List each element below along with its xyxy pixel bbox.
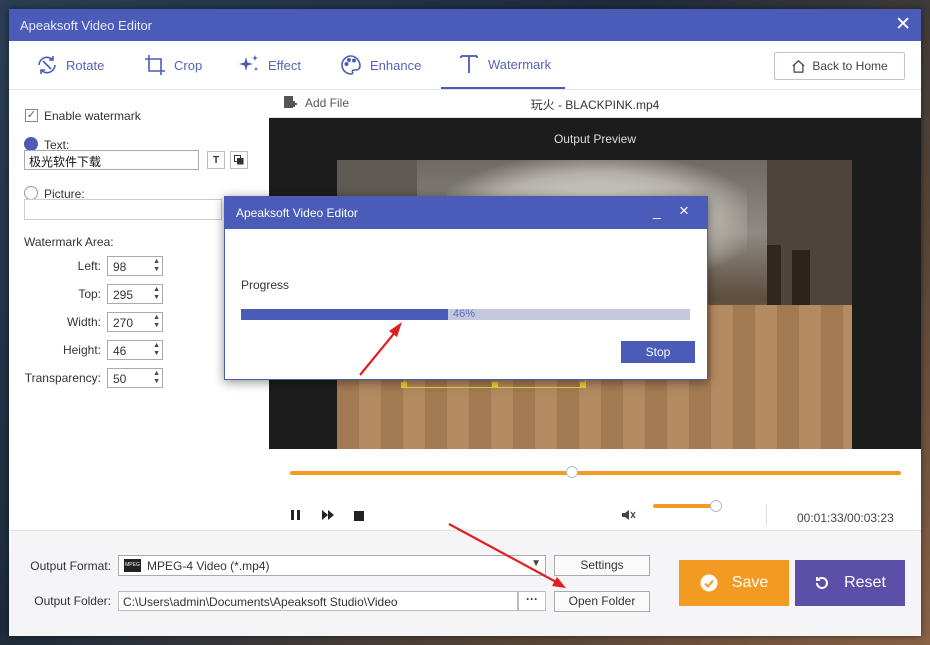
- close-icon[interactable]: ✕: [895, 13, 911, 36]
- width-spinner[interactable]: 270 ▲ ▼: [107, 312, 163, 332]
- output-format-value: MPEG-4 Video (*.mp4): [147, 559, 270, 573]
- output-folder-input[interactable]: C:\Users\admin\Documents\Apeaksoft Studi…: [118, 591, 518, 611]
- output-format-select[interactable]: MPEG MPEG-4 Video (*.mp4) ▼: [118, 555, 546, 576]
- color-button[interactable]: [230, 151, 248, 169]
- resize-handle[interactable]: [492, 382, 498, 388]
- home-icon: [792, 59, 805, 73]
- progress-dialog: Apeaksoft Video Editor _ × Progress 46% …: [224, 196, 708, 380]
- enable-watermark-checkbox[interactable]: ✓: [25, 109, 38, 122]
- file-name: 玩火 - BLACKPINK.mp4: [530, 98, 660, 112]
- picture-path-input[interactable]: [24, 199, 222, 220]
- watermark-area-label: Watermark Area:: [24, 235, 114, 249]
- transparency-label: Transparency:: [24, 371, 101, 385]
- tab-effect[interactable]: Effect: [237, 41, 301, 89]
- watermark-text-input[interactable]: 极光软件下载: [24, 150, 199, 170]
- spinner-arrows-icon[interactable]: ▲ ▼: [153, 370, 160, 386]
- speaker: [767, 245, 781, 305]
- output-bar: Output Format: MPEG MPEG-4 Video (*.mp4)…: [9, 530, 921, 636]
- watermark-icon: [460, 55, 478, 73]
- tab-crop-label: Crop: [174, 57, 203, 73]
- copy-icon: [234, 155, 244, 165]
- open-folder-button[interactable]: Open Folder: [554, 591, 650, 612]
- save-label: Save: [731, 574, 769, 591]
- width-label: Width:: [66, 315, 101, 329]
- width-value: 270: [113, 316, 134, 330]
- transparency-spinner[interactable]: 50 ▲ ▼: [107, 368, 163, 388]
- left-value: 98: [113, 260, 127, 274]
- output-folder-label: Output Folder:: [34, 594, 111, 608]
- title-bar: Apeaksoft Video Editor ✕: [9, 9, 921, 41]
- progress-label: Progress: [241, 278, 290, 292]
- resize-handle[interactable]: [580, 382, 586, 388]
- divider: [766, 504, 767, 526]
- mpeg-icon: MPEG: [124, 559, 141, 572]
- settings-button[interactable]: Settings: [554, 555, 650, 576]
- browse-button[interactable]: ···: [518, 591, 546, 611]
- playback-controls: 00:01:33/00:03:23: [269, 449, 921, 530]
- seek-bar[interactable]: [290, 471, 901, 475]
- top-label: Top:: [78, 287, 101, 301]
- output-preview-label: Output Preview: [553, 132, 637, 146]
- stop-button[interactable]: Stop: [621, 341, 695, 363]
- height-spinner[interactable]: 46 ▲ ▼: [107, 340, 163, 360]
- chevron-down-icon[interactable]: ▼: [531, 558, 541, 569]
- picture-radio[interactable]: [24, 186, 38, 200]
- time-display: 00:01:33/00:03:23: [797, 511, 894, 525]
- volume-icon[interactable]: [621, 509, 637, 524]
- back-to-home-label: Back to Home: [812, 59, 888, 73]
- spinner-arrows-icon[interactable]: ▲ ▼: [153, 314, 160, 330]
- spinner-arrows-icon[interactable]: ▲ ▼: [153, 258, 160, 274]
- progress-fill: [241, 309, 448, 320]
- fast-forward-icon[interactable]: [321, 509, 335, 524]
- toolbar: Rotate Crop Effect Enhance Watermark Bac…: [9, 41, 921, 90]
- window-title: Apeaksoft Video Editor: [20, 18, 153, 33]
- dialog-close-icon[interactable]: ×: [679, 201, 689, 221]
- font-button[interactable]: T: [207, 151, 225, 169]
- tab-effect-label: Effect: [268, 57, 302, 73]
- enhance-icon: [341, 55, 361, 75]
- speaker: [792, 250, 810, 310]
- file-bar: Add File 玩火 - BLACKPINK.mp4: [269, 90, 921, 118]
- height-value: 46: [113, 344, 127, 358]
- crop-icon: [145, 55, 165, 75]
- check-circle-icon: [700, 574, 718, 592]
- effect-icon: [239, 55, 258, 71]
- rotate-icon: [38, 56, 56, 74]
- spinner-arrows-icon[interactable]: ▲ ▼: [153, 342, 160, 358]
- top-spinner[interactable]: 295 ▲ ▼: [107, 284, 163, 304]
- resize-handle[interactable]: [401, 382, 407, 388]
- seek-handle[interactable]: [566, 466, 579, 478]
- height-label: Height:: [62, 343, 101, 357]
- progress-bar: 46%: [241, 308, 690, 320]
- tab-crop[interactable]: Crop: [143, 41, 202, 89]
- back-to-home-button[interactable]: Back to Home: [774, 52, 905, 80]
- progress-percent: 46%: [453, 308, 476, 320]
- dialog-title-bar: Apeaksoft Video Editor _ ×: [225, 197, 707, 229]
- minimize-icon[interactable]: _: [653, 203, 661, 219]
- output-format-label: Output Format:: [30, 559, 111, 573]
- stop-icon[interactable]: [354, 510, 364, 524]
- spinner-arrows-icon[interactable]: ▲ ▼: [153, 286, 160, 302]
- tab-rotate-label: Rotate: [66, 57, 105, 73]
- volume-handle[interactable]: [709, 500, 722, 512]
- reset-icon: [816, 576, 829, 589]
- tab-rotate[interactable]: Rotate: [35, 41, 104, 89]
- transparency-value: 50: [113, 372, 127, 386]
- enable-watermark-label: Enable watermark: [44, 109, 141, 123]
- reset-button[interactable]: Reset: [795, 560, 905, 606]
- dialog-title: Apeaksoft Video Editor: [236, 206, 358, 220]
- text-radio[interactable]: [24, 137, 38, 151]
- reset-label: Reset: [844, 574, 886, 591]
- left-spinner[interactable]: 98 ▲ ▼: [107, 256, 163, 276]
- tab-watermark[interactable]: Watermark: [441, 41, 565, 89]
- tab-watermark-label: Watermark: [488, 56, 552, 72]
- top-value: 295: [113, 288, 134, 302]
- tab-enhance[interactable]: Enhance: [339, 41, 421, 89]
- pause-icon[interactable]: [290, 509, 301, 524]
- left-label: Left:: [77, 259, 101, 273]
- tab-enhance-label: Enhance: [370, 57, 422, 73]
- save-button[interactable]: Save: [679, 560, 789, 606]
